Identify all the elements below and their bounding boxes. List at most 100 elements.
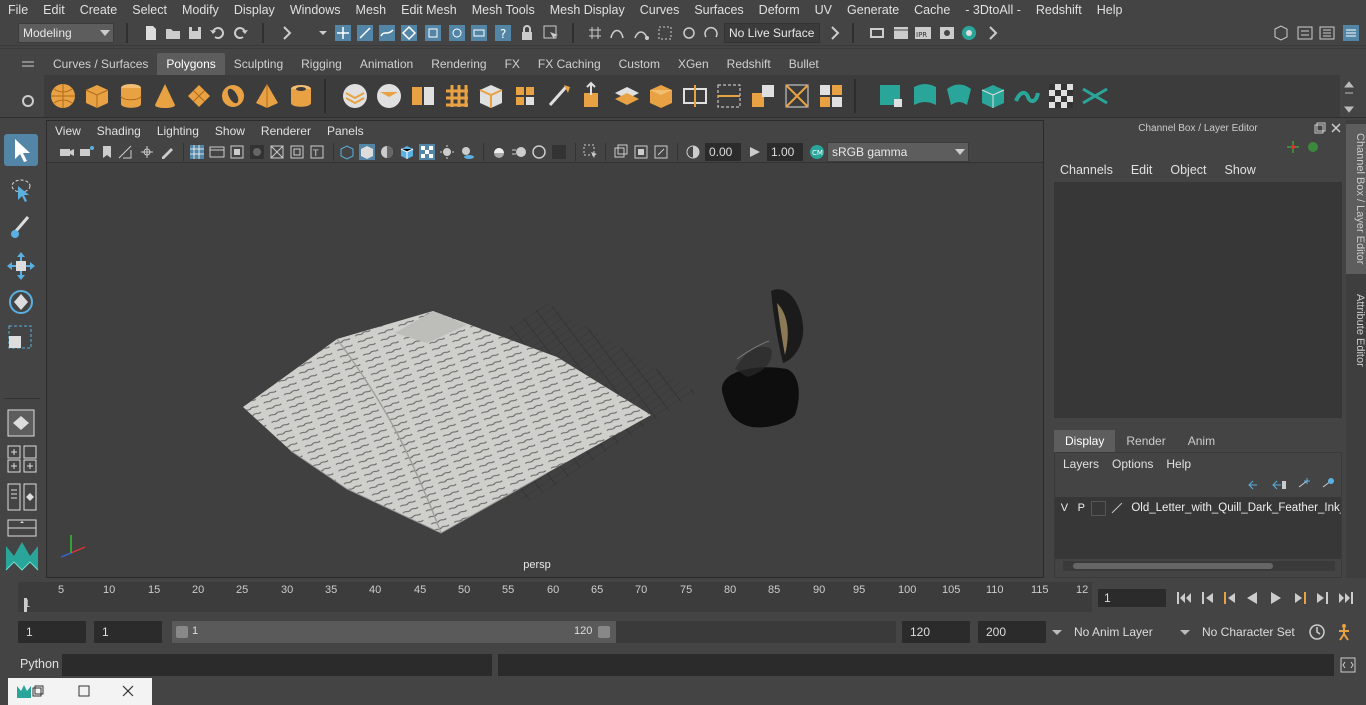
ipr-render-icon[interactable]: IPR bbox=[914, 24, 932, 42]
hypershade-icon[interactable] bbox=[960, 24, 978, 42]
exposure-field[interactable]: 0.00 bbox=[705, 143, 741, 161]
show-manipulator-tool[interactable] bbox=[4, 408, 38, 440]
motion-blur-icon[interactable] bbox=[511, 144, 527, 160]
gamma-icon[interactable] bbox=[747, 144, 763, 160]
field-chart-icon[interactable] bbox=[269, 144, 285, 160]
redo-icon[interactable] bbox=[232, 24, 250, 42]
expand-render-icon[interactable] bbox=[984, 24, 1002, 42]
paint-select-tool[interactable] bbox=[4, 212, 38, 244]
expand-right-icon[interactable] bbox=[826, 24, 844, 42]
animation-start-field[interactable]: 1 bbox=[18, 621, 86, 643]
layer-horizontal-scrollbar[interactable] bbox=[1063, 561, 1335, 571]
bridge-icon[interactable] bbox=[612, 81, 642, 111]
shelf-tab-redshift[interactable]: Redshift bbox=[718, 53, 780, 75]
highlight-selection-icon[interactable] bbox=[542, 24, 560, 42]
restore-window-icon[interactable] bbox=[30, 683, 46, 699]
shelf-tab-polygons[interactable]: Polygons bbox=[157, 53, 225, 75]
lock-selection-icon[interactable] bbox=[518, 24, 536, 42]
viewport-menu-show[interactable]: Show bbox=[207, 124, 253, 138]
playback-end-field[interactable]: 120 bbox=[902, 621, 970, 643]
image-plane-icon[interactable] bbox=[117, 144, 133, 160]
menu-select[interactable]: Select bbox=[124, 0, 174, 20]
layer-color-swatch-icon[interactable] bbox=[1110, 501, 1124, 515]
snap-curve-icon[interactable] bbox=[608, 24, 626, 42]
select-by-object-type-icon[interactable] bbox=[356, 24, 374, 42]
layer-visibility-toggle[interactable]: V bbox=[1057, 501, 1072, 516]
close-window-icon[interactable] bbox=[120, 683, 136, 699]
wireframe-icon[interactable] bbox=[339, 144, 355, 160]
uv-checker-icon[interactable] bbox=[1046, 81, 1076, 111]
layer-menu-options[interactable]: Options bbox=[1104, 457, 1158, 471]
multi-cut-icon[interactable] bbox=[714, 81, 744, 111]
menu-uv[interactable]: UV bbox=[807, 0, 839, 20]
xray-icon[interactable] bbox=[613, 144, 629, 160]
playback-start-field[interactable]: 1 bbox=[94, 621, 162, 643]
select-points-icon[interactable] bbox=[400, 24, 418, 42]
spherical-uv-icon[interactable] bbox=[944, 81, 974, 111]
combine-icon[interactable] bbox=[340, 81, 370, 111]
planar-uv-icon[interactable] bbox=[876, 81, 906, 111]
select-tool[interactable] bbox=[4, 134, 38, 166]
script-language-label[interactable]: Python bbox=[20, 657, 59, 671]
grid-toggle-icon[interactable] bbox=[189, 144, 205, 160]
bookmark-icon[interactable] bbox=[99, 144, 115, 160]
shelf-tab-animation[interactable]: Animation bbox=[351, 53, 422, 75]
mode-dropdown[interactable]: Modeling bbox=[18, 23, 114, 43]
scale-tool[interactable] bbox=[4, 322, 38, 354]
two-view-layout-icon[interactable] bbox=[6, 482, 38, 512]
menu-generate[interactable]: Generate bbox=[839, 0, 906, 20]
poly-torus-icon[interactable] bbox=[218, 81, 248, 111]
menu-file[interactable]: File bbox=[0, 0, 35, 20]
move-layer-down-icon[interactable] bbox=[1271, 477, 1287, 491]
shelf-settings-icon[interactable] bbox=[20, 93, 36, 109]
shadows-icon[interactable] bbox=[459, 144, 475, 160]
snap-live-icon[interactable] bbox=[680, 24, 698, 42]
float-panel-icon[interactable] bbox=[1314, 122, 1326, 134]
shelf-tab-rigging[interactable]: Rigging bbox=[292, 53, 351, 75]
new-layer-selected-icon[interactable] bbox=[1319, 477, 1335, 491]
automatic-uv-icon[interactable] bbox=[978, 81, 1008, 111]
step-back-frame-icon[interactable] bbox=[1200, 590, 1216, 606]
exposure-icon[interactable] bbox=[685, 144, 701, 160]
mirror-icon[interactable] bbox=[544, 81, 574, 111]
select-by-hierarchy-icon[interactable] bbox=[334, 24, 352, 42]
current-frame-field[interactable]: 1 bbox=[1098, 589, 1166, 607]
save-scene-icon[interactable] bbox=[186, 24, 204, 42]
attribute-editor-toggle-icon[interactable] bbox=[1318, 24, 1336, 42]
channel-menu-channels[interactable]: Channels bbox=[1050, 163, 1121, 177]
snap-point-icon[interactable] bbox=[632, 24, 650, 42]
menu-help[interactable]: Help bbox=[1089, 0, 1130, 20]
lasso-tool[interactable] bbox=[4, 174, 38, 206]
maximize-window-icon[interactable] bbox=[76, 683, 92, 699]
layer-tab-render[interactable]: Render bbox=[1115, 430, 1176, 452]
quad-draw-icon[interactable] bbox=[816, 81, 846, 111]
wireframe-on-shaded-icon[interactable] bbox=[399, 144, 415, 160]
animation-end-field[interactable]: 200 bbox=[978, 621, 1046, 643]
menu-surfaces[interactable]: Surfaces bbox=[686, 0, 750, 20]
shelf-tab-bullet[interactable]: Bullet bbox=[780, 53, 828, 75]
make-live-icon[interactable] bbox=[702, 24, 720, 42]
menu-deform[interactable]: Deform bbox=[751, 0, 807, 20]
shelf-menu-icon[interactable] bbox=[20, 59, 36, 69]
render-view-icon[interactable] bbox=[868, 24, 886, 42]
step-forward-key-icon[interactable] bbox=[1292, 590, 1308, 606]
isolate-select-icon[interactable] bbox=[583, 144, 599, 160]
new-scene-icon[interactable] bbox=[142, 24, 160, 42]
extrude-icon[interactable] bbox=[578, 81, 608, 111]
step-back-key-icon[interactable] bbox=[1222, 590, 1238, 606]
reduce-icon[interactable] bbox=[476, 81, 506, 111]
poly-pyramid-icon[interactable] bbox=[252, 81, 282, 111]
play-forwards-icon[interactable] bbox=[1268, 590, 1284, 606]
viewport-menu-lighting[interactable]: Lighting bbox=[149, 124, 207, 138]
use-all-lights-icon[interactable] bbox=[439, 144, 455, 160]
snap-view-plane-icon[interactable] bbox=[656, 24, 674, 42]
select-faces-icon[interactable] bbox=[448, 24, 466, 42]
undo-icon[interactable] bbox=[208, 24, 226, 42]
move-layer-up-icon[interactable] bbox=[1247, 477, 1263, 491]
channel-menu-show[interactable]: Show bbox=[1215, 163, 1264, 177]
layer-type-toggle[interactable] bbox=[1090, 500, 1106, 516]
cylindrical-uv-icon[interactable] bbox=[910, 81, 940, 111]
poly-cylinder-icon[interactable] bbox=[116, 81, 146, 111]
extract-icon[interactable] bbox=[408, 81, 438, 111]
safe-title-icon[interactable]: T bbox=[309, 144, 325, 160]
